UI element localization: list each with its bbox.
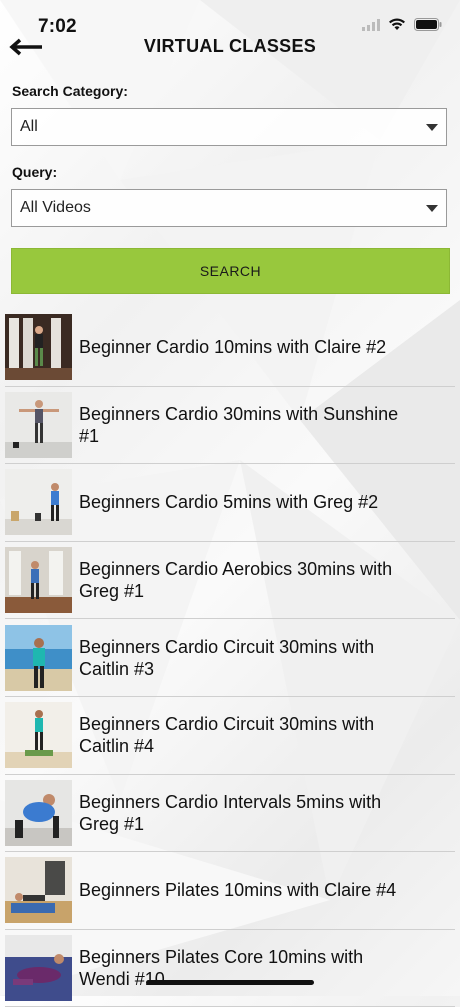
list-item[interactable]: Beginner Cardio 10mins with Claire #2 bbox=[5, 309, 455, 387]
list-item[interactable]: Beginners Cardio 30mins with Sunshine #1 bbox=[5, 387, 455, 465]
video-thumbnail bbox=[5, 702, 72, 769]
video-title: Beginner Cardio 10mins with Claire #2 bbox=[79, 337, 387, 358]
list-item[interactable]: Beginners Pilates Core 10mins with Wendi… bbox=[5, 930, 455, 1007]
page-title: VIRTUAL CLASSES bbox=[143, 36, 317, 56]
video-title: Beginners Cardio Aerobics 30mins with Gr… bbox=[79, 559, 393, 602]
list-item[interactable]: Beginners Cardio Circuit 30mins with Cai… bbox=[5, 697, 455, 775]
dropdown-arrow-icon bbox=[426, 205, 438, 212]
signal-icon bbox=[362, 18, 380, 31]
video-thumbnail bbox=[5, 314, 72, 381]
video-title: Beginners Cardio Circuit 30mins with Cai… bbox=[79, 636, 375, 679]
video-title: Beginners Cardio 5mins with Greg #2 bbox=[79, 492, 379, 513]
nav-bar: VIRTUAL CLASSES bbox=[0, 30, 460, 64]
video-thumbnail bbox=[5, 779, 72, 846]
video-title: Beginners Pilates 10mins with Claire #4 bbox=[79, 880, 397, 901]
dropdown-arrow-icon bbox=[426, 124, 438, 131]
query-select[interactable]: All Videos bbox=[11, 189, 447, 227]
list-item[interactable]: Beginners Cardio Circuit 30mins with Cai… bbox=[5, 619, 455, 697]
list-item[interactable]: Beginners Cardio 5mins with Greg #2 bbox=[5, 464, 455, 542]
video-thumbnail bbox=[5, 391, 72, 458]
video-title: Beginners Cardio Intervals 5mins with Gr… bbox=[79, 791, 382, 834]
query-value: All Videos bbox=[20, 199, 91, 216]
video-title: Beginners Cardio Circuit 30mins with Cai… bbox=[79, 714, 375, 757]
video-thumbnail bbox=[5, 935, 72, 1002]
video-thumbnail bbox=[5, 857, 72, 924]
video-list: Beginner Cardio 10mins with Claire #2 Be… bbox=[5, 309, 455, 1007]
category-select[interactable]: All bbox=[11, 108, 447, 146]
video-thumbnail bbox=[5, 547, 72, 614]
video-thumbnail bbox=[5, 624, 72, 691]
query-label: Query: bbox=[12, 164, 58, 180]
list-item[interactable]: Beginners Pilates 10mins with Claire #4 bbox=[5, 852, 455, 930]
home-indicator[interactable] bbox=[146, 980, 314, 985]
video-thumbnail bbox=[5, 469, 72, 536]
video-title: Beginners Cardio 30mins with Sunshine #1 bbox=[79, 403, 399, 446]
search-button[interactable]: SEARCH bbox=[11, 248, 450, 294]
list-item[interactable]: Beginners Cardio Intervals 5mins with Gr… bbox=[5, 775, 455, 853]
category-label: Search Category: bbox=[12, 83, 128, 99]
category-value: All bbox=[20, 118, 38, 135]
list-item[interactable]: Beginners Cardio Aerobics 30mins with Gr… bbox=[5, 542, 455, 620]
